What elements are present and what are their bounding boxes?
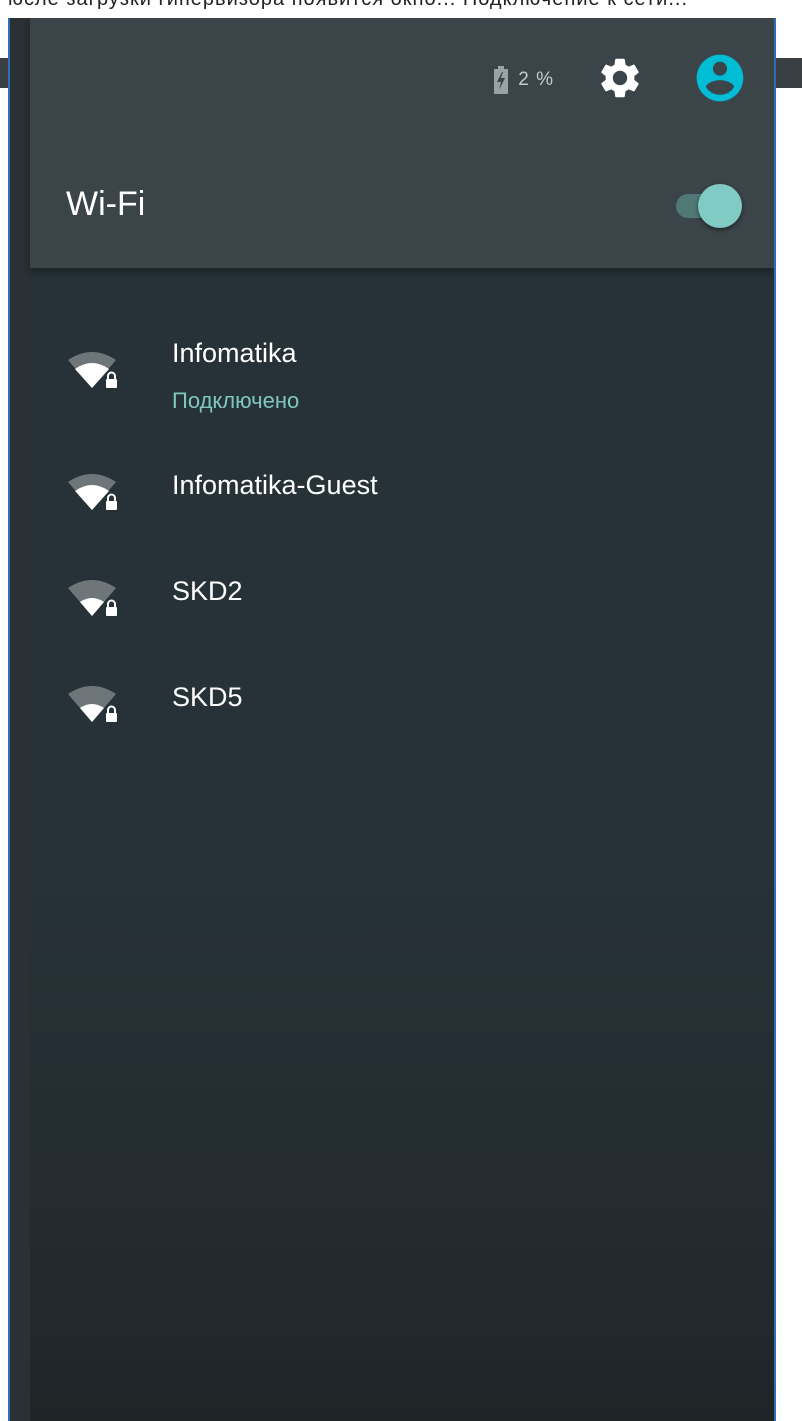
wifi-lock-icon	[66, 470, 122, 514]
network-status: Подключено	[172, 388, 300, 413]
battery-percent: 2 %	[518, 69, 554, 90]
phone-screen: 2 % Wi-Fi Infomatika Подключено Infomati…	[10, 18, 774, 1421]
gear-icon	[596, 54, 644, 107]
network-item[interactable]: Infomatika Подключено	[30, 318, 774, 436]
battery-indicator: 2 %	[494, 66, 554, 94]
wifi-toggle[interactable]	[674, 183, 746, 228]
screenshot-frame: юсле загрузки гипервизора появится окно.…	[0, 0, 802, 1421]
cropped-document-text: юсле загрузки гипервизора появится окно.…	[8, 0, 688, 11]
left-margin	[0, 18, 10, 1421]
status-row: 2 %	[494, 54, 748, 101]
account-button[interactable]	[692, 52, 748, 108]
network-item[interactable]: SKD5	[30, 648, 774, 754]
wifi-lock-icon	[66, 682, 122, 726]
network-name: SKD5	[172, 682, 243, 712]
account-circle-icon	[692, 50, 748, 111]
network-list: Infomatika Подключено Infomatika-Guest S…	[30, 318, 774, 754]
network-item[interactable]: Infomatika-Guest	[30, 436, 774, 542]
toggle-thumb	[698, 184, 742, 228]
wifi-lock-icon	[66, 348, 122, 392]
wifi-lock-icon	[66, 576, 122, 620]
document-top-strip: юсле загрузки гипервизора появится окно.…	[0, 0, 802, 18]
network-name: Infomatika	[172, 338, 297, 368]
wifi-title-row: Wi-Fi	[66, 173, 746, 233]
quick-settings-panel: 2 % Wi-Fi Infomatika Подключено Infomati…	[30, 18, 774, 1421]
network-name: Infomatika-Guest	[172, 470, 378, 500]
network-name: SKD2	[172, 576, 243, 606]
wifi-header: 2 % Wi-Fi	[30, 18, 774, 268]
settings-button[interactable]	[596, 56, 644, 104]
wifi-title: Wi-Fi	[66, 185, 146, 223]
network-item[interactable]: SKD2	[30, 542, 774, 648]
battery-charging-icon	[494, 66, 509, 94]
right-margin	[774, 18, 802, 1421]
